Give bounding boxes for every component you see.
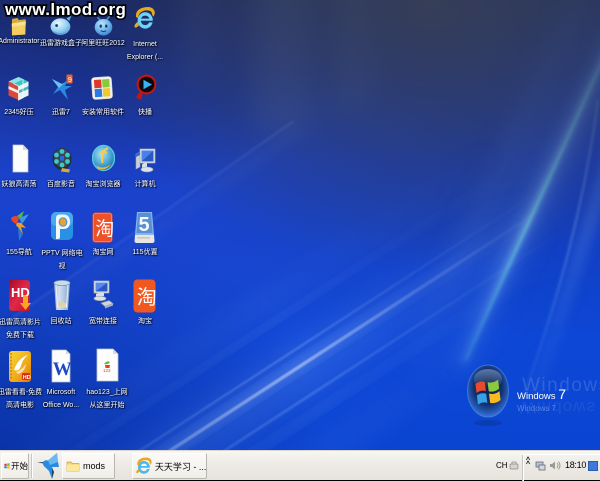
svg-text:9: 9 <box>68 77 72 84</box>
svg-text:HD: HD <box>23 375 31 381</box>
svg-text:Windows 7: Windows 7 <box>517 404 557 413</box>
svg-text:淘: 淘 <box>95 218 113 240</box>
svg-text:W: W <box>53 359 71 380</box>
svg-text:123: 123 <box>103 368 111 373</box>
svg-text:5: 5 <box>139 214 150 236</box>
svg-text:淘: 淘 <box>137 286 156 309</box>
